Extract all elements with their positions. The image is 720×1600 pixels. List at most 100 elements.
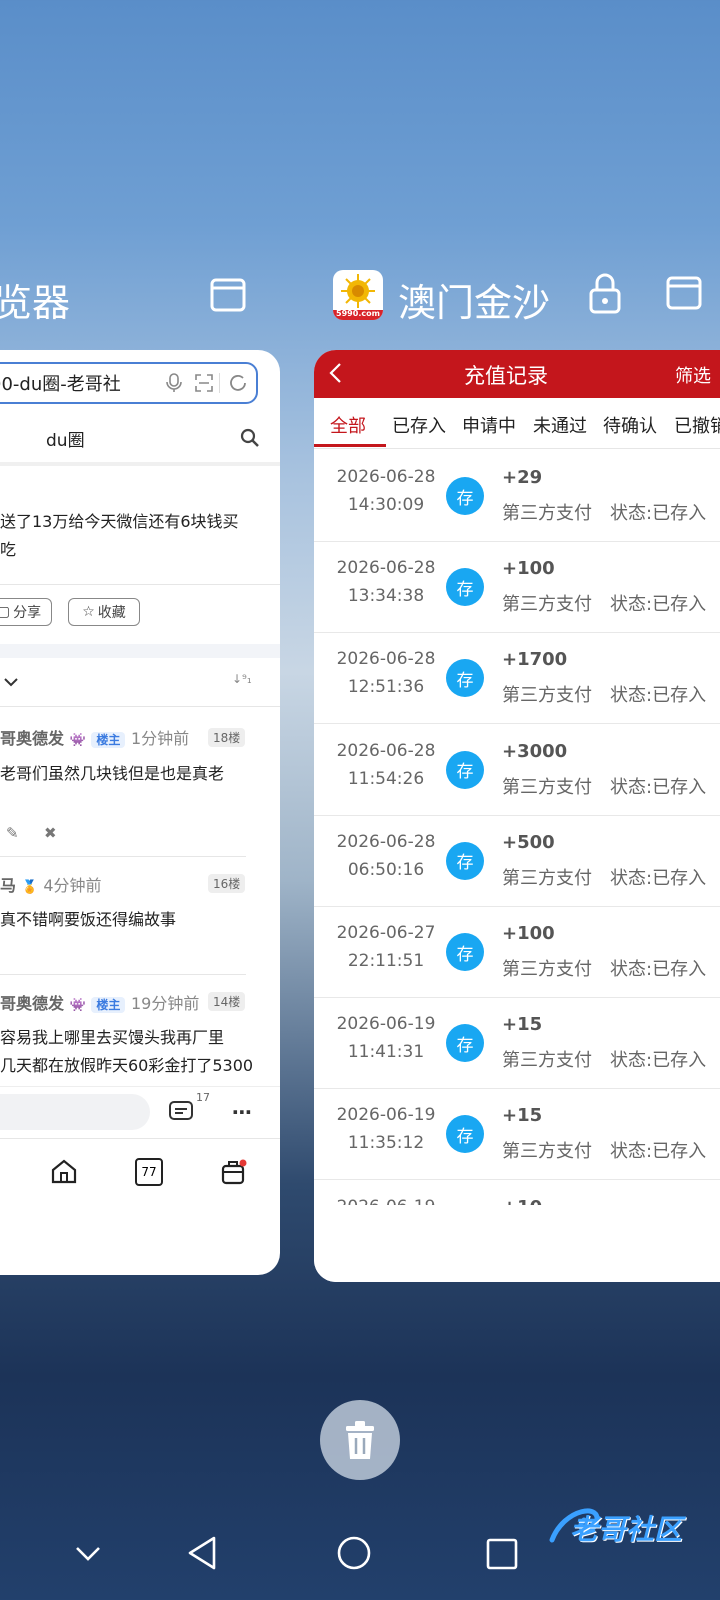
status-tabs: 全部 已存入 申请中 未通过 待确认 已撤销 bbox=[314, 398, 720, 449]
active-tab-indicator bbox=[314, 444, 386, 447]
record-status: 状态:已存入 bbox=[610, 959, 707, 980]
nav-home-icon[interactable] bbox=[336, 1535, 372, 1575]
tab-applying[interactable]: 申请中 bbox=[462, 412, 516, 438]
comment-text: 真不错啊要饭还得编故事 bbox=[0, 910, 177, 929]
comment-text: 容易我上哪里去买馒头我再厂里 bbox=[0, 1028, 225, 1047]
record-method: 第三方支付 bbox=[502, 776, 592, 798]
tabs-count-icon[interactable]: 77 bbox=[135, 1158, 163, 1186]
comment-author: 哥奥德发 👾 楼主 1分钟前 bbox=[0, 729, 190, 748]
record-row[interactable]: 2026-06-28 12:51:36 存 +1700 第三方支付 状态:已存入 bbox=[314, 631, 720, 725]
filter-button[interactable]: 筛选 bbox=[675, 362, 711, 388]
record-amount: +29 bbox=[502, 467, 543, 488]
record-time: 12:51:36 bbox=[347, 677, 425, 698]
record-row[interactable]: 2026-06-27 22:11:51 存 +100 第三方支付 状态:已存入 bbox=[314, 905, 720, 998]
record-row[interactable]: 2026-06-28 13:34:38 存 +100 第三方支付 状态:已存入 bbox=[314, 540, 720, 634]
record-date: 2026-06-28 bbox=[336, 467, 436, 487]
record-row[interactable]: 2026-06-19 11:35:12 存 +15 第三方支付 状态:已存入 bbox=[314, 1087, 720, 1181]
nav-hide-icon[interactable] bbox=[74, 1545, 102, 1567]
url-text: 90-du圈-老哥社 bbox=[0, 374, 121, 395]
tab-pending[interactable]: 待确认 bbox=[603, 412, 657, 438]
reload-icon[interactable] bbox=[219, 373, 256, 393]
record-row[interactable]: 2026-06-28 06:50:16 存 +500 第三方支付 状态:已存入 bbox=[314, 814, 720, 907]
app-bar: 充值记录 筛选 bbox=[314, 350, 720, 398]
scan-icon[interactable] bbox=[189, 374, 219, 392]
forum-title: du圈 bbox=[46, 431, 85, 451]
record-method: 第三方支付 bbox=[502, 503, 592, 524]
toolbox-icon[interactable] bbox=[220, 1158, 248, 1190]
star-icon: ☆ bbox=[82, 604, 95, 620]
owner-tag: 楼主 bbox=[91, 732, 126, 748]
share-button[interactable]: ▢ 分享 bbox=[0, 598, 52, 626]
favorite-button[interactable]: ☆ 收藏 bbox=[68, 598, 140, 626]
tab-rejected[interactable]: 未通过 bbox=[533, 412, 587, 438]
edit-icon[interactable]: ✎ bbox=[6, 824, 19, 842]
more-icon[interactable]: ⋯ bbox=[232, 1100, 252, 1124]
record-amount: +15 bbox=[502, 1105, 543, 1127]
browser-card[interactable]: 90-du圈-老哥社 du圈 送了13万给今天微信还有6块钱买 吃 ▢ 分享 ☆… bbox=[0, 350, 280, 1275]
window-icon[interactable] bbox=[210, 278, 246, 316]
record-date: 2026-06-27 bbox=[336, 923, 436, 943]
record-amount: +500 bbox=[502, 831, 555, 853]
nav-back-icon[interactable] bbox=[186, 1535, 218, 1575]
record-status: 状态:已存入 bbox=[610, 1141, 707, 1163]
comment-input[interactable] bbox=[0, 1094, 150, 1130]
avatar-badge-icon: 🏅 bbox=[21, 880, 38, 895]
sort-icon[interactable]: ↓⁹₁ bbox=[232, 672, 252, 686]
deposit-badge: 存 bbox=[446, 1115, 484, 1154]
record-row[interactable]: 2026-06-19 11:41:31 存 +15 第三方支付 状态:已存入 bbox=[314, 996, 720, 1090]
post-line-2: 吃 bbox=[0, 540, 17, 559]
post-line-1: 送了13万给今天微信还有6块钱买 bbox=[0, 512, 239, 531]
tab-cancelled[interactable]: 已撤销 bbox=[674, 412, 720, 438]
record-method: 第三方支付 bbox=[502, 867, 592, 889]
floor-badge: 16楼 bbox=[208, 874, 246, 893]
close-icon[interactable]: ✖ bbox=[44, 824, 57, 842]
record-status: 状态:已存入 bbox=[610, 776, 707, 798]
record-time: 06:50:16 bbox=[347, 859, 425, 880]
record-row[interactable]: 2026-06-28 14:30:09 存 +29 第三方支付 状态:已存入 bbox=[314, 449, 720, 542]
app-card[interactable]: 充值记录 筛选 全部 已存入 申请中 未通过 待确认 已撤销 2026-06-2… bbox=[314, 350, 720, 1282]
record-date: 2026-06-19 bbox=[336, 1014, 436, 1035]
deposit-badge: 存 bbox=[446, 1024, 484, 1063]
share-icon: ▢ bbox=[0, 604, 11, 620]
tab-all[interactable]: 全部 bbox=[330, 412, 366, 438]
comment-text: 几天都在放假昨天60彩金打了5300 bbox=[0, 1056, 254, 1075]
right-card-title: 澳门金沙 bbox=[398, 281, 551, 325]
record-method: 第三方支付 bbox=[502, 685, 592, 707]
record-status: 状态:已存入 bbox=[610, 594, 707, 616]
comment-count: 17 bbox=[196, 1091, 210, 1104]
lock-icon[interactable] bbox=[588, 272, 622, 318]
record-amount: +100 bbox=[502, 923, 555, 944]
search-icon[interactable] bbox=[240, 428, 260, 452]
trash-icon bbox=[346, 1421, 374, 1459]
record-time: 13:34:38 bbox=[347, 586, 425, 607]
nav-recents-icon[interactable] bbox=[486, 1538, 518, 1574]
deposit-badge: 存 bbox=[446, 750, 484, 789]
record-time: 11:41:31 bbox=[347, 1042, 425, 1063]
chevron-down-icon[interactable] bbox=[4, 672, 18, 691]
record-amount: +1700 bbox=[502, 649, 568, 671]
record-time: 11:54:26 bbox=[347, 768, 425, 789]
tab-deposited[interactable]: 已存入 bbox=[392, 412, 446, 438]
mic-icon[interactable] bbox=[159, 373, 189, 393]
url-bar[interactable]: 90-du圈-老哥社 bbox=[0, 362, 258, 404]
home-icon[interactable] bbox=[50, 1158, 78, 1188]
clear-all-button[interactable] bbox=[320, 1400, 400, 1480]
back-icon[interactable] bbox=[328, 362, 342, 388]
avatar-badge-icon: 👾 bbox=[69, 998, 86, 1013]
record-status: 状态:已存入 bbox=[610, 685, 707, 707]
app-logo-text: 5990.com bbox=[336, 309, 380, 318]
watermark: 老哥社区 bbox=[544, 1500, 694, 1556]
record-method: 第三方支付 bbox=[502, 594, 592, 616]
record-method: 第三方支付 bbox=[502, 1050, 592, 1072]
comment-text: 老哥们虽然几块钱但是也是真老 bbox=[0, 764, 225, 783]
comment-author: 哥奥德发 👾 楼主 19分钟前 bbox=[0, 994, 200, 1013]
app-title: 充值记录 bbox=[464, 364, 548, 388]
record-method: 第三方支付 bbox=[502, 1141, 592, 1163]
comment-icon[interactable] bbox=[168, 1100, 194, 1128]
window-icon-right[interactable] bbox=[666, 276, 702, 314]
record-status: 状态:已存入 bbox=[610, 867, 707, 889]
owner-tag: 楼主 bbox=[91, 997, 126, 1013]
record-amount: +3000 bbox=[502, 740, 568, 762]
record-row[interactable]: 2026-06-28 11:54:26 存 +3000 第三方支付 状态:已存入 bbox=[314, 723, 720, 816]
record-amount: +100 bbox=[502, 558, 555, 580]
